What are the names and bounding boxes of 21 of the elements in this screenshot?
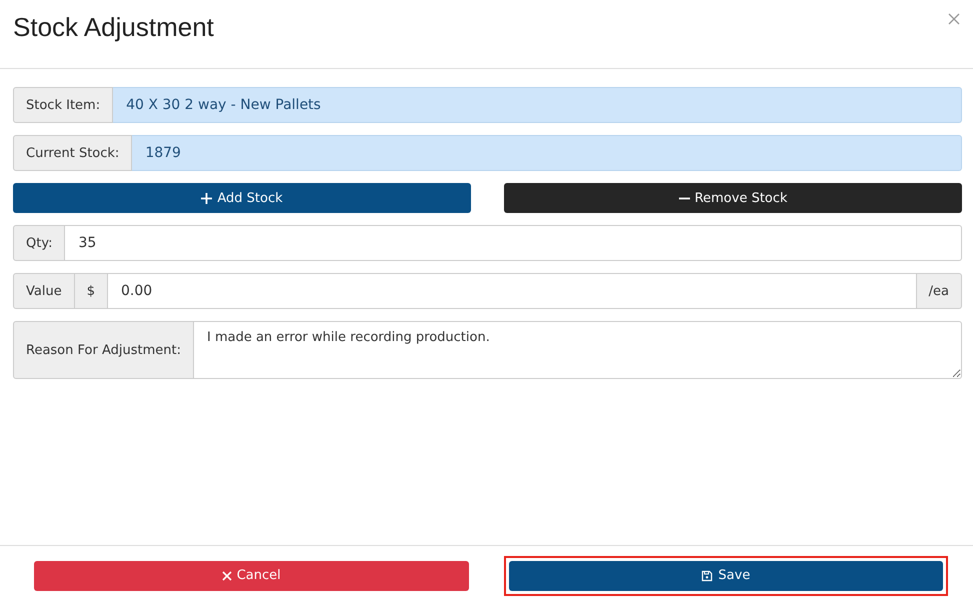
plus-icon: [201, 192, 212, 204]
field-label: Reason For Adjustment:: [13, 321, 194, 379]
field-label: Value: [13, 273, 75, 309]
cancel-button[interactable]: Cancel: [34, 560, 468, 590]
currency-label: $: [74, 273, 108, 309]
save-button[interactable]: Save: [508, 560, 943, 590]
add-stock-button[interactable]: Add Stock: [13, 183, 471, 213]
close-button[interactable]: [948, 13, 960, 25]
close-icon: [222, 570, 232, 580]
remove-stock-button[interactable]: Remove Stock: [504, 183, 962, 213]
qty-field[interactable]: 35: [65, 225, 962, 261]
unit-label: /ea: [916, 273, 962, 309]
minus-icon: [678, 196, 690, 200]
reason-field[interactable]: I made an error while recording production.: [194, 321, 962, 379]
field-label: Current Stock:: [13, 135, 132, 171]
stock-item-field[interactable]: 40 X 30 2 way - New Pallets: [113, 87, 962, 123]
field-label: Qty:: [13, 225, 66, 261]
value-field[interactable]: 0.00: [108, 273, 917, 309]
field-label: Stock Item:: [13, 87, 114, 123]
current-stock-field[interactable]: 1879: [132, 135, 962, 171]
dialog-title: Stock Adjustment: [13, 12, 214, 43]
